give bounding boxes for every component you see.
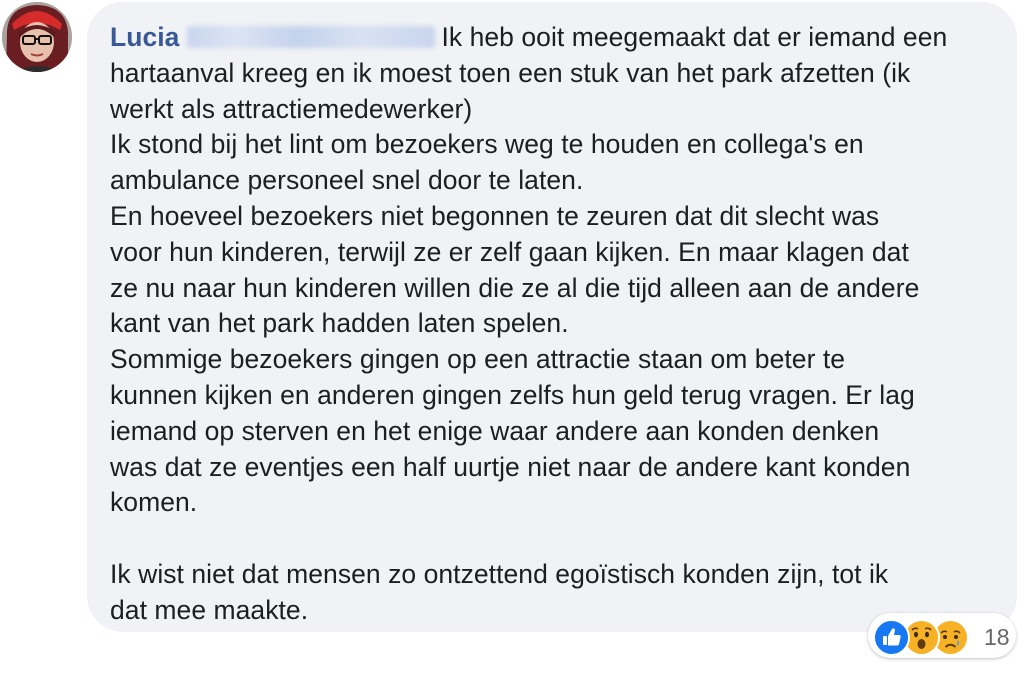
- like-icon: [873, 619, 910, 656]
- comment-line: ze nu naar hun kinderen willen die ze al…: [110, 272, 920, 303]
- comment-line: Ik heb ooit meegemaakt dat er iemand een: [441, 22, 948, 52]
- blurred-surname: [187, 26, 436, 48]
- author-name-link[interactable]: Lucia: [110, 22, 179, 52]
- comment-line: kant van het park hadden laten spelen.: [110, 308, 569, 339]
- comment-line: komen.: [110, 487, 198, 518]
- comment-line: voor hun kinderen, terwijl ze er zelf ga…: [110, 236, 909, 267]
- comment-line: Sommige bezoekers gingen op een attracti…: [110, 344, 846, 375]
- comment-line: werkt als attractiemedewerker): [110, 93, 473, 124]
- comment-line: kunnen kijken en anderen gingen zelfs hu…: [110, 379, 915, 410]
- comment-line: Ik stond bij het lint om bezoekers weg t…: [110, 129, 864, 160]
- comment-text: Lucia Ik heb ooit meegemaakt dat er ieman…: [110, 20, 1010, 629]
- comment-first-line: Lucia Ik heb ooit meegemaakt dat er ieman…: [110, 20, 1010, 56]
- comment-row: Lucia Ik heb ooit meegemaakt dat er ieman…: [0, 0, 1024, 674]
- comment-line: En hoeveel bezoekers niet begonnen te ze…: [110, 200, 880, 231]
- comment-line: iemand op sterven en het enige waar ande…: [110, 415, 880, 446]
- comment-line: hartaanval kreeg en ik moest toen een st…: [110, 57, 911, 88]
- comment-line: was dat ze eventjes een half uurtje niet…: [110, 451, 911, 482]
- comment-line: ambulance personeel snel door te laten.: [110, 165, 584, 196]
- comment-line: Ik wist niet dat mensen zo ontzettend eg…: [110, 558, 889, 589]
- reaction-count[interactable]: 18: [984, 624, 1010, 651]
- avatar-photo: [2, 2, 72, 72]
- reactions-summary[interactable]: 18: [868, 613, 1016, 658]
- avatar[interactable]: [2, 2, 72, 72]
